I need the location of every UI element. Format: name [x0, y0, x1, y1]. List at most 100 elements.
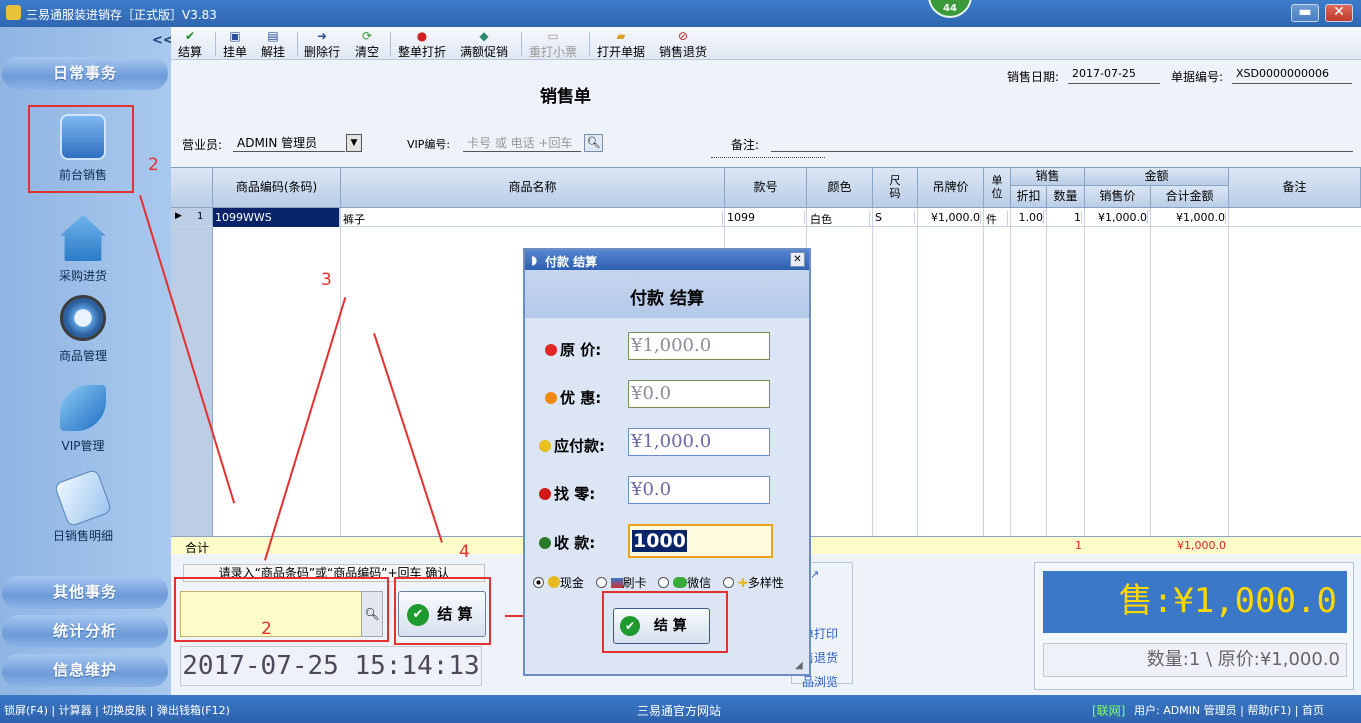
sidebar-item-vip[interactable]: VIP管理	[38, 385, 128, 454]
form-header: 销售单 销售日期: 2017-07-25 单据编号: XSD0000000006…	[171, 60, 1361, 167]
date-label: 销售日期:	[1007, 70, 1060, 84]
clear-button[interactable]: ⟳ 清空	[355, 29, 379, 60]
sum-total: ¥1,000.0	[1177, 539, 1226, 552]
official-site-link[interactable]: 三易通官方网站	[637, 702, 721, 719]
save-icon: ▣	[229, 29, 241, 43]
col-header-code[interactable]: 商品编码(条码)	[213, 168, 341, 208]
clerk-select[interactable]: ADMIN 管理员	[233, 134, 345, 152]
col-header-size[interactable]: 尺码	[873, 168, 918, 208]
report-icon	[53, 468, 113, 528]
close-icon[interactable]: ✕	[790, 252, 805, 267]
check-circle-icon: ✔	[620, 616, 640, 636]
orig-price-field: ¥1,000.0	[628, 332, 770, 360]
sale-date-field[interactable]: 2017-07-25	[1068, 67, 1160, 84]
col-header-tag-price[interactable]: 吊牌价	[918, 168, 984, 208]
sale-total: 售:¥1,000.0	[1043, 571, 1347, 633]
received-label: 收 款:	[539, 532, 595, 553]
folder-icon: ▰	[616, 29, 626, 43]
sidebar-item-label: 日销售明细	[52, 529, 113, 543]
reprint-receipt-button[interactable]: ▭ 重打小票	[529, 29, 577, 60]
delete-row-button[interactable]: ➜ 删除行	[304, 29, 340, 60]
dialog-header: 付款 结算	[525, 270, 809, 318]
wechat-icon	[673, 577, 688, 588]
hold-order-button[interactable]: ▣ 挂单	[223, 29, 247, 60]
resize-grip-icon[interactable]: ◢	[795, 660, 803, 671]
toolbar: ✔ 结算 ▣ 挂单 ▤ 解挂 ➜ 删除行 ⟳ 清空 ● 整单打折 ◆ 满额促销 ▭ 重打小票 ▰…	[171, 27, 1361, 60]
cell-unit[interactable]: 件	[986, 211, 1008, 227]
online-status: [联网]	[1092, 704, 1126, 718]
section-other-button[interactable]: 其他事务	[2, 576, 168, 609]
cell-code[interactable]: 1099WWS	[213, 208, 340, 227]
radio-card[interactable]: 刷卡	[595, 576, 647, 590]
sidebar-item-daily-sales[interactable]: 日销售明细	[38, 468, 128, 544]
splitter-handle[interactable]	[711, 157, 825, 163]
section-daily-button[interactable]: 日常事务	[2, 57, 168, 90]
status-shortcuts[interactable]: 锁屏(F4) | 计算器 | 切换皮肤 | 弹出钱箱(F12)	[4, 702, 230, 718]
printer-icon: ▭	[547, 29, 559, 43]
dialog-settle-button[interactable]: ✔ 结 算	[613, 608, 710, 644]
section-info-button[interactable]: 信息维护	[2, 654, 168, 687]
cell-name[interactable]: 裤子	[343, 211, 723, 227]
change-label: 找 零:	[539, 483, 595, 504]
watermelon-icon	[539, 537, 551, 549]
minimize-icon[interactable]: ▬	[1291, 4, 1319, 22]
notification-badge[interactable]: 44	[928, 0, 972, 18]
smiley-icon	[539, 440, 551, 452]
cell-qty[interactable]: 1	[1048, 211, 1082, 224]
col-header-name[interactable]: 商品名称	[341, 168, 725, 208]
received-input[interactable]: 1000	[628, 524, 773, 558]
annotation-number: 4	[459, 542, 470, 562]
radio-cash[interactable]: 现金	[533, 576, 584, 590]
table-row[interactable]: ▶ 1 1099WWS 裤子 1099 白色 S ¥1,000.0 件 1.00…	[171, 208, 1361, 227]
sidebar-item-label: 采购进货	[58, 269, 107, 283]
remark-label: 备注:	[731, 138, 760, 152]
dialog-heading: 付款 结算	[630, 289, 704, 309]
cell-sale-price[interactable]: ¥1,000.0	[1086, 211, 1148, 224]
unhold-order-button[interactable]: ▤ 解挂	[261, 29, 285, 60]
user-info[interactable]: 用户: ADMIN 管理员 | 帮助(F1) | 首页	[1134, 702, 1324, 718]
annotation-box	[394, 577, 491, 645]
doc-no-field: XSD0000000006	[1232, 67, 1352, 84]
cell-color[interactable]: 白色	[810, 211, 870, 227]
sale-summary: 数量:1 \ 原价:¥1,000.0	[1043, 643, 1347, 677]
col-header-style[interactable]: 款号	[725, 168, 807, 208]
close-icon[interactable]: ✕	[1325, 4, 1353, 22]
house-arrow-icon	[60, 215, 106, 261]
open-document-button[interactable]: ▰ 打开单据	[597, 29, 645, 60]
sidebar-item-purchase[interactable]: 采购进货	[38, 215, 128, 284]
dialog-title-bar[interactable]: ◗ 付款 结算 ✕	[525, 250, 809, 270]
sales-return-button[interactable]: ⊘ 销售退货	[659, 29, 707, 60]
page-title: 销售单	[540, 87, 591, 107]
col-header-discount[interactable]: 折扣	[1011, 186, 1047, 208]
col-header-color[interactable]: 颜色	[807, 168, 873, 208]
return-icon: ⊘	[677, 29, 689, 43]
vip-input[interactable]: 卡号 或 电话 +回车	[463, 134, 581, 152]
sidebar-item-label: VIP管理	[61, 439, 105, 453]
order-discount-button[interactable]: ● 整单打折	[398, 29, 446, 60]
col-header-total[interactable]: 合计金额	[1151, 186, 1229, 208]
section-stats-button[interactable]: 统计分析	[2, 615, 168, 648]
row-pointer-icon: ▶	[175, 211, 182, 221]
sidebar-item-goods[interactable]: 商品管理	[38, 295, 128, 364]
radio-mixed[interactable]: ✚多样性	[723, 576, 784, 590]
orange-icon	[545, 392, 557, 404]
col-header-unit[interactable]: 单位	[984, 168, 1011, 208]
cell-tag-price[interactable]: ¥1,000.0	[919, 211, 981, 224]
cell-total[interactable]: ¥1,000.0	[1152, 211, 1226, 224]
cell-discount[interactable]: 1.00	[1012, 211, 1044, 224]
col-header-qty[interactable]: 数量	[1047, 186, 1085, 208]
vip-search-icon[interactable]: 🔍︎	[584, 134, 603, 152]
col-header-remark[interactable]: 备注	[1229, 168, 1361, 208]
cell-size[interactable]: S	[875, 211, 915, 224]
magnifier-icon	[60, 295, 106, 341]
amount-due-label: 应付款:	[539, 435, 605, 456]
col-header-sale-price[interactable]: 销售价	[1085, 186, 1151, 208]
radio-wechat[interactable]: 微信	[658, 576, 711, 590]
remark-input[interactable]	[771, 134, 1353, 152]
cell-style[interactable]: 1099	[727, 211, 805, 224]
chevron-down-icon[interactable]: ▼	[346, 134, 362, 152]
settle-tool-button[interactable]: ✔ 结算	[178, 29, 202, 60]
discount-label: 优 惠:	[545, 387, 601, 408]
promotion-button[interactable]: ◆ 满额促销	[460, 29, 508, 60]
grid-corner	[171, 168, 213, 208]
